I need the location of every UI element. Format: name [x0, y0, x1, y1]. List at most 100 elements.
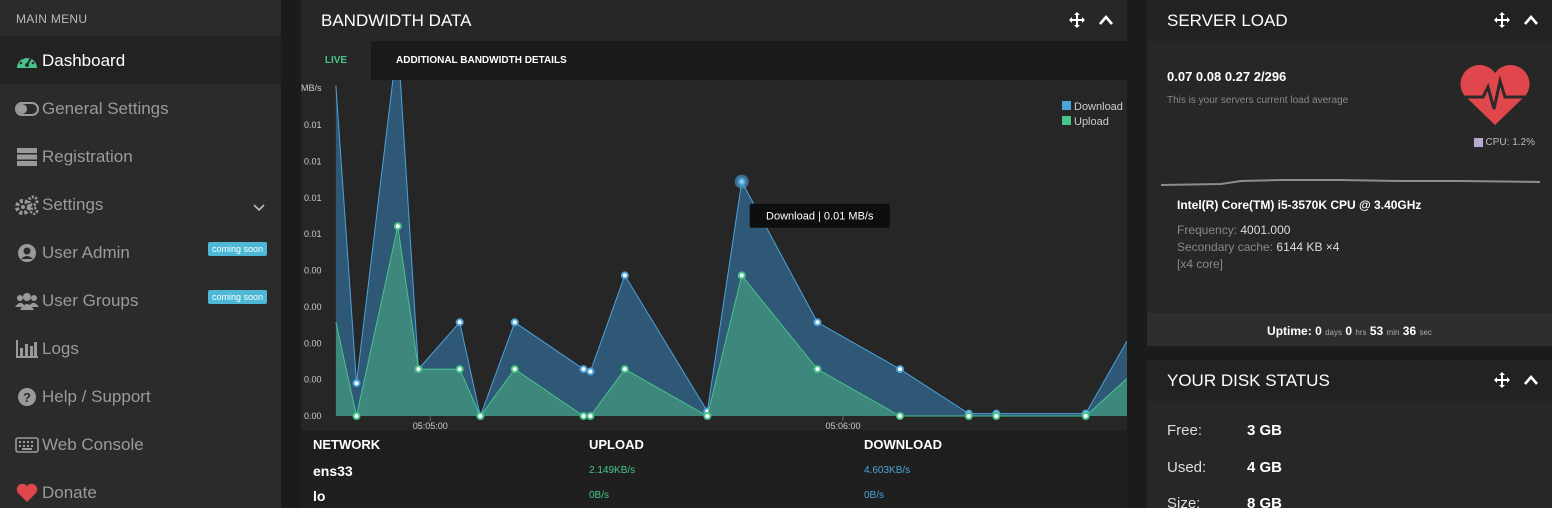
disk-value: 8 GB	[1247, 495, 1283, 508]
data-point	[579, 365, 588, 374]
download-rate: 4.603KB/s	[864, 465, 911, 476]
x-tick-label: 05:05:00	[413, 421, 448, 430]
tab-additional-bandwidth-details[interactable]: ADDITIONAL BANDWIDTH DETAILS	[371, 41, 567, 80]
network-table-header: NETWORK UPLOAD DOWNLOAD	[301, 431, 1127, 458]
load-subtitle: This is your servers current load averag…	[1167, 95, 1349, 106]
y-tick-label: 0.00	[304, 375, 322, 385]
sidebar-item-user-groups[interactable]: User Groups coming soon	[0, 276, 281, 324]
move-icon[interactable]	[1494, 12, 1510, 33]
sidebar-item-help-support[interactable]: ? Help / Support	[0, 372, 281, 420]
sidebar-item-label: Logs	[42, 338, 79, 358]
keyboard-icon	[14, 434, 40, 456]
data-point	[455, 365, 464, 374]
sidebar-item-donate[interactable]: Donate	[0, 468, 281, 508]
y-tick-label: 0.00	[304, 338, 322, 348]
data-point	[579, 412, 588, 420]
data-point	[620, 271, 629, 280]
coming-soon-badge: coming soon	[207, 290, 267, 304]
sidebar-item-dashboard[interactable]: Dashboard	[0, 36, 281, 84]
gears-icon	[14, 194, 40, 216]
cpu-legend: CPU: 1.2%	[1473, 137, 1535, 148]
y-tick-label: 0.01	[304, 120, 322, 130]
move-icon[interactable]	[1069, 12, 1085, 33]
sidebar-item-user-admin[interactable]: User Admin coming soon	[0, 228, 281, 276]
server-icon	[14, 146, 40, 168]
sidebar-item-label: User Admin	[42, 242, 130, 262]
sidebar-item-web-console[interactable]: Web Console	[0, 420, 281, 468]
svg-text:?: ?	[23, 390, 31, 405]
data-point	[476, 412, 485, 420]
sidebar-item-label: General Settings	[42, 98, 169, 118]
data-point	[352, 412, 361, 420]
col-upload: UPLOAD	[589, 437, 644, 452]
tab-live[interactable]: LIVE	[301, 41, 371, 80]
legend-swatch	[1062, 101, 1071, 110]
load-average: 0.07 0.08 0.27 2/296	[1167, 69, 1287, 84]
collapse-icon[interactable]	[1524, 372, 1538, 393]
sidebar-item-label: Dashboard	[42, 50, 126, 70]
data-point	[393, 222, 402, 231]
user-icon	[14, 242, 40, 264]
bandwidth-tabs: LIVE ADDITIONAL BANDWIDTH DETAILS	[301, 41, 1127, 80]
x-tick-label: 05:06:00	[825, 421, 860, 430]
move-icon[interactable]	[1494, 372, 1510, 393]
uptime-bar: Uptime: 0 days 0 hrs 53 min 36 sec	[1147, 313, 1552, 346]
data-point	[586, 367, 595, 376]
server-load-body: 0.07 0.08 0.27 2/296 This is your server…	[1147, 41, 1552, 313]
sidebar-item-general-settings[interactable]: General Settings	[0, 84, 281, 132]
upload-rate: 2.149KB/s	[589, 465, 636, 476]
users-icon	[14, 290, 40, 312]
coming-soon-badge: coming soon	[207, 242, 267, 256]
disk-label: Used:	[1167, 459, 1207, 476]
sidebar-item-label: Settings	[42, 194, 104, 214]
chevron-down-icon[interactable]	[253, 197, 265, 217]
network-name: lo	[313, 487, 326, 504]
download-rate: 0B/s	[864, 490, 885, 501]
app-root: MAIN MENU Dashboard General Settings Reg…	[0, 0, 1552, 508]
collapse-icon[interactable]	[1099, 12, 1113, 33]
disk-size-row: Size: 8 GB	[1167, 495, 1282, 508]
sidebar-item-label: Donate	[42, 482, 97, 502]
y-tick-label: 0.00	[304, 302, 322, 312]
data-point	[1081, 412, 1090, 420]
data-point	[586, 412, 595, 420]
cpu-legend-swatch	[1473, 138, 1483, 147]
sidebar-item-registration[interactable]: Registration	[0, 132, 281, 180]
collapse-icon[interactable]	[1524, 12, 1538, 33]
legend-label: Upload	[1074, 116, 1109, 128]
col-network: NETWORK	[313, 437, 381, 452]
data-point	[455, 318, 464, 327]
disk-status-title: YOUR DISK STATUS	[1167, 370, 1330, 390]
data-point	[964, 412, 973, 420]
data-point	[992, 412, 1001, 420]
cpu-legend-label: CPU: 1.2%	[1485, 137, 1535, 148]
heart-icon	[14, 482, 40, 504]
sidebar-item-settings[interactable]: Settings	[0, 180, 281, 228]
y-tick-label: 0.01	[304, 156, 322, 166]
data-point	[895, 365, 904, 374]
y-tick-label: 0.01	[304, 193, 322, 203]
data-point	[703, 412, 712, 420]
disk-status-panel: YOUR DISK STATUS Free: 3 GB Used: 4 GB S…	[1147, 360, 1552, 508]
data-point	[737, 271, 746, 280]
data-point	[352, 379, 361, 388]
cpu-cache: Secondary cache: 6144 KB ×4	[1177, 240, 1340, 254]
heartbeat-icon	[1459, 64, 1531, 132]
question-icon: ?	[14, 386, 40, 408]
table-row: ens33 2.149KB/s 4.603KB/s	[301, 458, 1127, 483]
main-menu-title: MAIN MENU	[16, 12, 88, 26]
server-load-title: SERVER LOAD	[1167, 10, 1288, 30]
sidebar-item-logs[interactable]: Logs	[0, 324, 281, 372]
cpu-cores: [x4 core]	[1177, 257, 1224, 271]
upload-rate: 0B/s	[589, 490, 610, 501]
legend-swatch	[1062, 116, 1071, 125]
data-point	[620, 365, 629, 374]
disk-used-row: Used: 4 GB	[1167, 459, 1282, 476]
network-table: NETWORK UPLOAD DOWNLOAD ens33 2.149KB/s …	[301, 431, 1127, 508]
server-load-header: SERVER LOAD	[1147, 0, 1552, 41]
data-point	[813, 318, 822, 327]
data-point	[510, 318, 519, 327]
disk-label: Size:	[1167, 495, 1201, 508]
toggle-icon	[14, 98, 40, 120]
tooltip-text: Download | 0.01 MB/s	[766, 211, 874, 223]
